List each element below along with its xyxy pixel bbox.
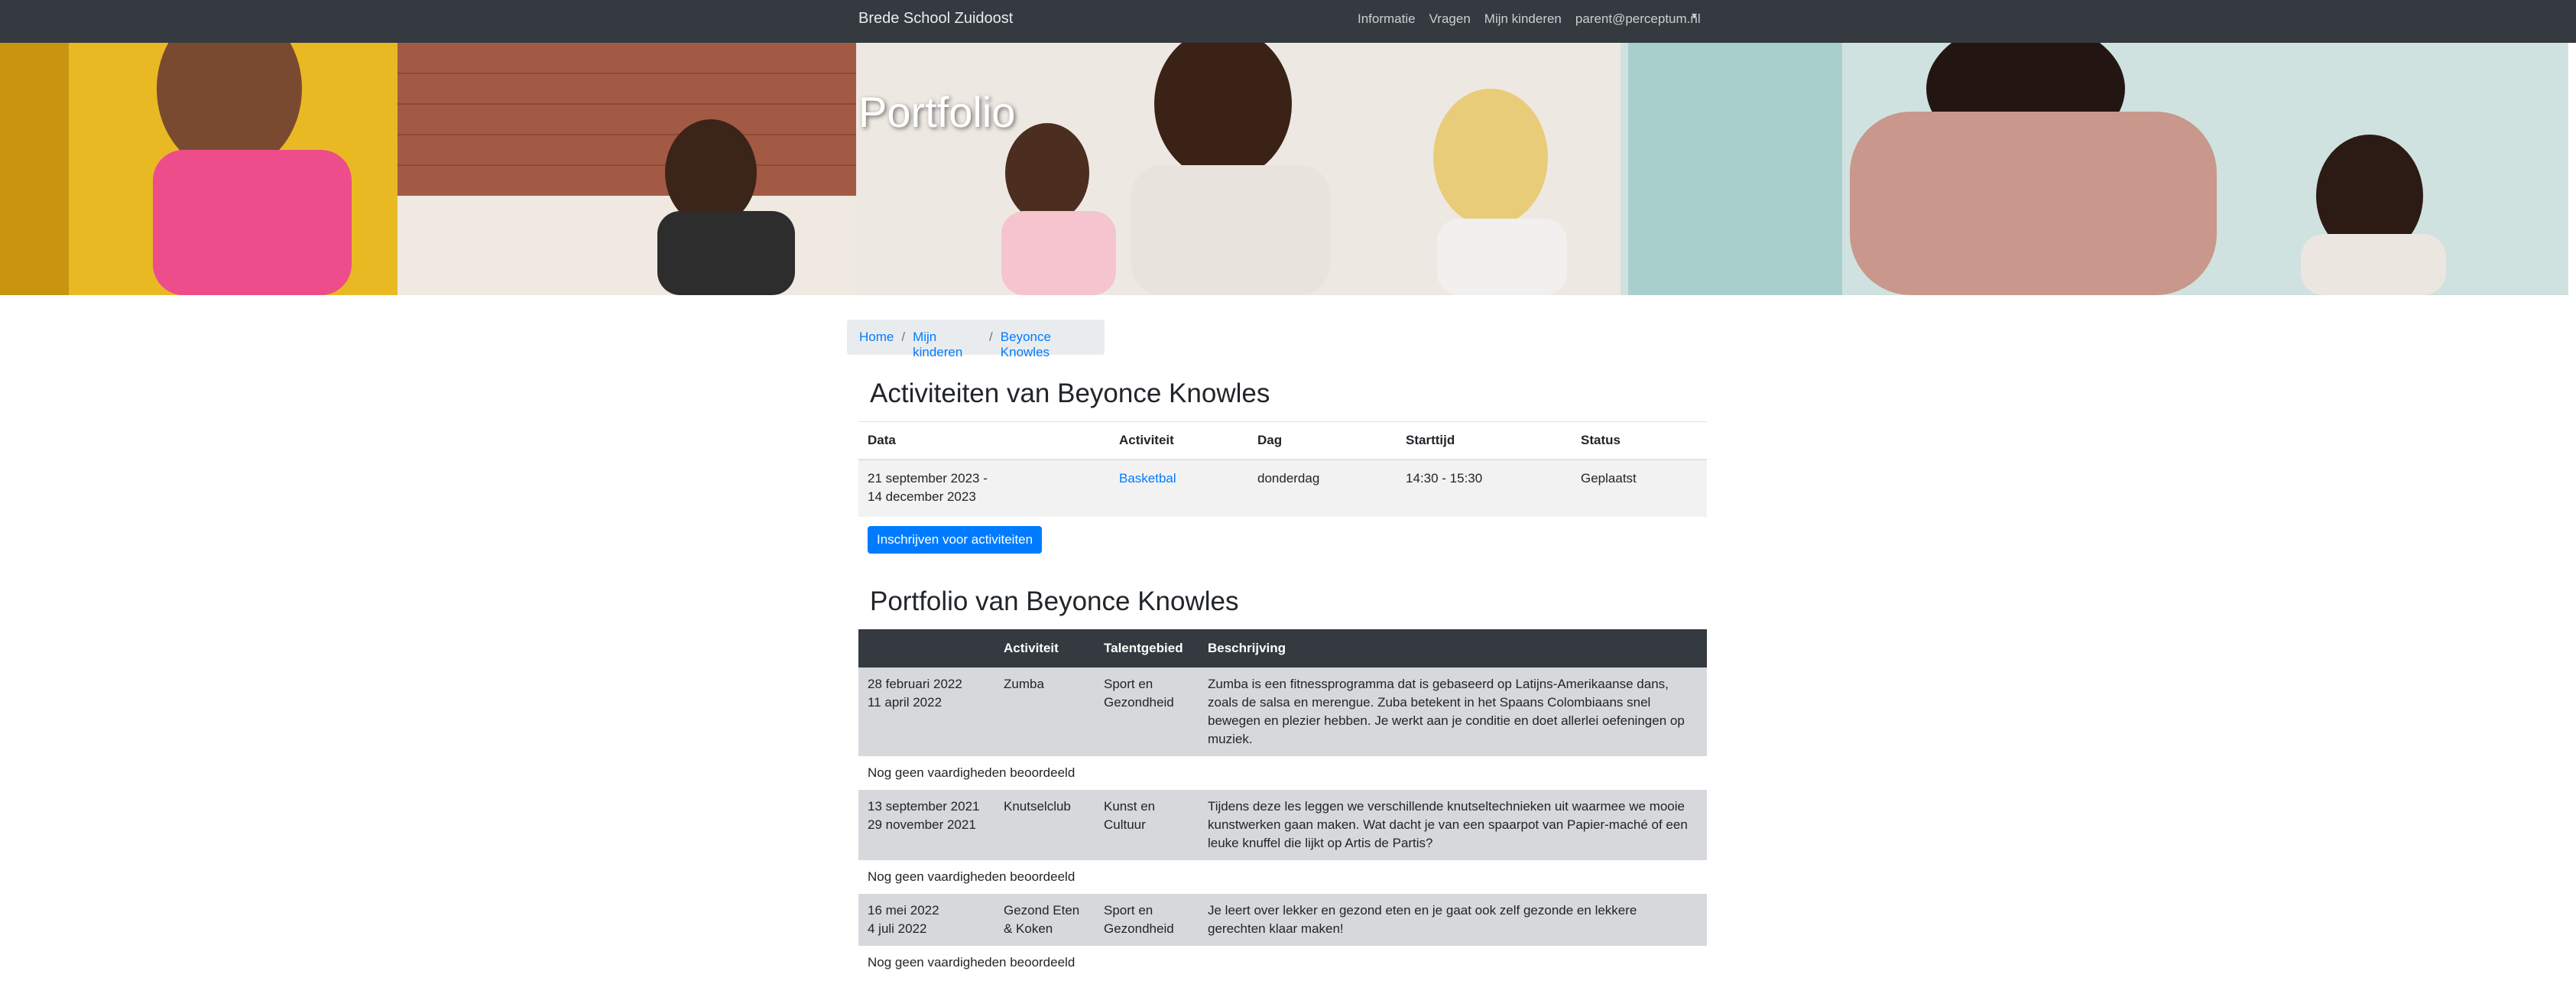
breadcrumb-home[interactable]: Home xyxy=(859,330,894,345)
activity-day: donderdag xyxy=(1248,459,1397,517)
column-header: Starttijd xyxy=(1397,421,1572,460)
page-title: Portfolio xyxy=(858,88,1016,136)
column-header: Activiteit xyxy=(994,629,1095,668)
portfolio-talent: Gezondheid xyxy=(1104,695,1174,710)
portfolio-note: Nog geen vaardigheden beoordeeld xyxy=(858,756,1707,790)
activity-time: 14:30 - 15:30 xyxy=(1397,459,1572,517)
portfolio-date-end: 11 april 2022 xyxy=(868,695,942,710)
column-header xyxy=(858,629,994,668)
column-header: Talentgebied xyxy=(1095,629,1199,668)
activities-table: Data Activiteit Dag Starttijd Status 21 … xyxy=(858,421,1707,517)
portfolio-talent: Sport en xyxy=(1104,677,1153,691)
enroll-activities-button[interactable]: Inschrijven voor activiteiten xyxy=(868,526,1043,554)
column-header: Dag xyxy=(1248,421,1397,460)
portfolio-talent: Kunst en xyxy=(1104,799,1156,814)
table-row: 13 september 2021 29 november 2021 Knuts… xyxy=(858,790,1707,860)
portfolio-talent: Gezondheid xyxy=(1104,921,1174,936)
table-row: Nog geen vaardigheden beoordeeld xyxy=(858,756,1707,790)
portfolio-note: Nog geen vaardigheden beoordeeld xyxy=(858,946,1707,979)
portfolio-description: Je leert over lekker en gezond eten en j… xyxy=(1199,894,1707,946)
portfolio-activity: Knutselclub xyxy=(994,790,1095,860)
portfolio-activity: Zumba xyxy=(994,668,1095,756)
portfolio-date-start: 28 februari 2022 xyxy=(868,677,962,691)
nav-link-user-account[interactable]: parent@perceptum.nl xyxy=(1575,11,1701,27)
column-header: Data xyxy=(858,421,1110,460)
column-header: Beschrijving xyxy=(1199,629,1707,668)
activity-link[interactable]: Basketbal xyxy=(1119,471,1176,486)
column-header: Activiteit xyxy=(1110,421,1248,460)
hero-banner: Portfolio xyxy=(0,43,2568,295)
nav-link-mijn-kinderen[interactable]: Mijn kinderen xyxy=(1484,11,1562,27)
breadcrumb-child[interactable]: Beyonce Knowles xyxy=(1001,330,1092,359)
portfolio-activity: Gezond Eten & Koken xyxy=(994,894,1095,946)
table-header-row: Activiteit Talentgebied Beschrijving xyxy=(858,629,1707,668)
caret-down-icon[interactable]: ▾ xyxy=(1692,9,1697,22)
portfolio-note: Nog geen vaardigheden beoordeeld xyxy=(858,860,1707,894)
brand-link[interactable]: Brede School Zuidoost xyxy=(858,10,1013,28)
activity-dates: 21 september 2023 - 14 december 2023 xyxy=(858,459,1110,517)
breadcrumb-separator: / xyxy=(901,330,906,344)
column-header: Status xyxy=(1572,421,1707,460)
breadcrumb-separator: / xyxy=(989,330,993,344)
portfolio-date-start: 16 mei 2022 xyxy=(868,903,939,918)
portfolio-heading: Portfolio van Beyonce Knowles xyxy=(870,586,1239,616)
portfolio-description: Tijdens deze les leggen we verschillende… xyxy=(1199,790,1707,860)
activities-heading: Activiteiten van Beyonce Knowles xyxy=(870,378,1270,408)
portfolio-description: Zumba is een fitnessprogramma dat is geb… xyxy=(1199,668,1707,756)
breadcrumb: Home / Mijn kinderen / Beyonce Knowles xyxy=(847,320,1105,359)
activity-status: Geplaatst xyxy=(1572,459,1707,517)
nav-link-informatie[interactable]: Informatie xyxy=(1358,11,1416,27)
portfolio-talent: Cultuur xyxy=(1104,817,1146,832)
top-navbar: Brede School Zuidoost Informatie Vragen … xyxy=(0,0,2576,43)
portfolio-date-start: 13 september 2021 xyxy=(868,799,980,814)
portfolio-talent: Sport en xyxy=(1104,903,1153,918)
hero-photo xyxy=(0,43,2568,295)
nav-links: Informatie Vragen Mijn kinderen parent@p… xyxy=(1358,11,1701,27)
table-row: 28 februari 2022 11 april 2022 Zumba Spo… xyxy=(858,668,1707,756)
portfolio-table: Activiteit Talentgebied Beschrijving 28 … xyxy=(858,629,1707,979)
nav-link-vragen[interactable]: Vragen xyxy=(1429,11,1471,27)
portfolio-date-end: 4 juli 2022 xyxy=(868,921,927,936)
table-header-row: Data Activiteit Dag Starttijd Status xyxy=(858,421,1707,460)
portfolio-date-end: 29 november 2021 xyxy=(868,817,976,832)
activity-date-start: 21 september 2023 - xyxy=(868,471,988,486)
table-row: 21 september 2023 - 14 december 2023 Bas… xyxy=(858,459,1707,517)
table-row: Nog geen vaardigheden beoordeeld xyxy=(858,946,1707,979)
table-row: Nog geen vaardigheden beoordeeld xyxy=(858,860,1707,894)
breadcrumb-mijn-kinderen[interactable]: Mijn kinderen xyxy=(913,330,981,359)
table-row: 16 mei 2022 4 juli 2022 Gezond Eten & Ko… xyxy=(858,894,1707,946)
activity-date-end: 14 december 2023 xyxy=(868,489,976,504)
